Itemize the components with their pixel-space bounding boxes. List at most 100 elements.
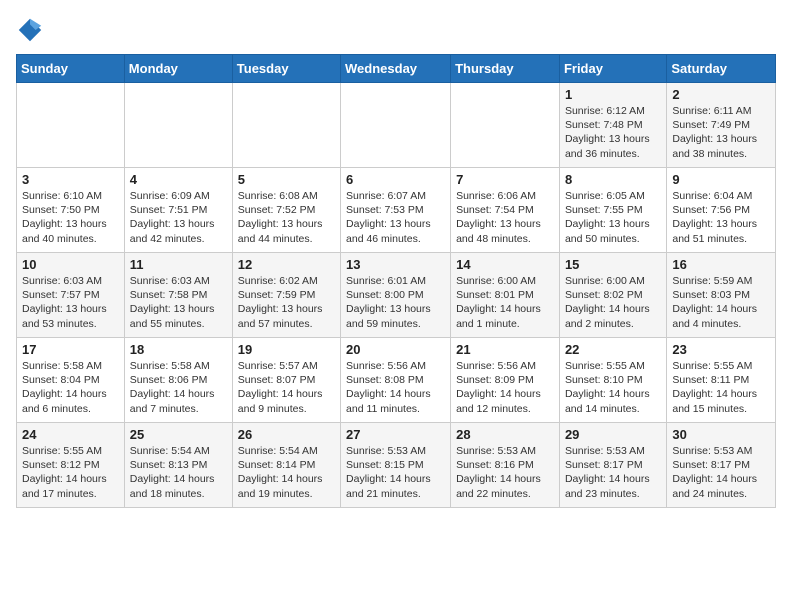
page-header: [16, 16, 776, 44]
day-info: Sunrise: 6:00 AM Sunset: 8:01 PM Dayligh…: [456, 274, 554, 331]
calendar-cell: 5 Sunrise: 6:08 AM Sunset: 7:52 PM Daylig…: [232, 168, 340, 253]
day-info: Sunrise: 6:03 AM Sunset: 7:57 PM Dayligh…: [22, 274, 119, 331]
day-info: Sunrise: 5:58 AM Sunset: 8:06 PM Dayligh…: [130, 359, 227, 416]
calendar-cell: 6 Sunrise: 6:07 AM Sunset: 7:53 PM Daylig…: [341, 168, 451, 253]
day-number: 7: [456, 172, 554, 187]
weekday-header-sunday: Sunday: [17, 55, 125, 83]
day-info: Sunrise: 6:10 AM Sunset: 7:50 PM Dayligh…: [22, 189, 119, 246]
calendar-cell: 12 Sunrise: 6:02 AM Sunset: 7:59 PM Dayli…: [232, 253, 340, 338]
calendar-week-row: 1 Sunrise: 6:12 AM Sunset: 7:48 PM Daylig…: [17, 83, 776, 168]
day-info: Sunrise: 5:54 AM Sunset: 8:13 PM Dayligh…: [130, 444, 227, 501]
calendar-cell: 27 Sunrise: 5:53 AM Sunset: 8:15 PM Dayli…: [341, 423, 451, 508]
day-info: Sunrise: 5:59 AM Sunset: 8:03 PM Dayligh…: [672, 274, 770, 331]
day-number: 23: [672, 342, 770, 357]
day-info: Sunrise: 5:54 AM Sunset: 8:14 PM Dayligh…: [238, 444, 335, 501]
day-number: 10: [22, 257, 119, 272]
calendar-cell: 18Sunrise: 5:58 AM Sunset: 8:06 PM Dayli…: [124, 338, 232, 423]
day-number: 6: [346, 172, 445, 187]
day-info: Sunrise: 6:05 AM Sunset: 7:55 PM Dayligh…: [565, 189, 661, 246]
day-number: 19: [238, 342, 335, 357]
day-info: Sunrise: 6:04 AM Sunset: 7:56 PM Dayligh…: [672, 189, 770, 246]
day-number: 17: [22, 342, 119, 357]
weekday-header-friday: Friday: [559, 55, 666, 83]
calendar-cell: 1 Sunrise: 6:12 AM Sunset: 7:48 PM Daylig…: [559, 83, 666, 168]
calendar-cell: 20 Sunrise: 5:56 AM Sunset: 8:08 PM Dayli…: [341, 338, 451, 423]
calendar-cell: 11 Sunrise: 6:03 AM Sunset: 7:58 PM Dayli…: [124, 253, 232, 338]
day-info: Sunrise: 6:00 AM Sunset: 8:02 PM Dayligh…: [565, 274, 661, 331]
calendar-week-row: 17 Sunrise: 5:58 AM Sunset: 8:04 PM Dayli…: [17, 338, 776, 423]
day-info: Sunrise: 5:53 AM Sunset: 8:17 PM Dayligh…: [565, 444, 661, 501]
calendar-cell: 13 Sunrise: 6:01 AM Sunset: 8:00 PM Dayli…: [341, 253, 451, 338]
day-number: 3: [22, 172, 119, 187]
day-info: Sunrise: 6:06 AM Sunset: 7:54 PM Dayligh…: [456, 189, 554, 246]
calendar-cell: 16 Sunrise: 5:59 AM Sunset: 8:03 PM Dayli…: [667, 253, 776, 338]
day-number: 30: [672, 427, 770, 442]
calendar-cell: 2 Sunrise: 6:11 AM Sunset: 7:49 PM Daylig…: [667, 83, 776, 168]
calendar-cell: 25 Sunrise: 5:54 AM Sunset: 8:13 PM Dayli…: [124, 423, 232, 508]
day-info: Sunrise: 6:09 AM Sunset: 7:51 PM Dayligh…: [130, 189, 227, 246]
calendar-cell: [341, 83, 451, 168]
calendar-cell: 14Sunrise: 6:00 AM Sunset: 8:01 PM Dayli…: [451, 253, 560, 338]
calendar-cell: 23 Sunrise: 5:55 AM Sunset: 8:11 PM Dayli…: [667, 338, 776, 423]
day-number: 13: [346, 257, 445, 272]
calendar-cell: [17, 83, 125, 168]
day-info: Sunrise: 5:53 AM Sunset: 8:15 PM Dayligh…: [346, 444, 445, 501]
day-number: 9: [672, 172, 770, 187]
day-info: Sunrise: 5:58 AM Sunset: 8:04 PM Dayligh…: [22, 359, 119, 416]
day-info: Sunrise: 6:11 AM Sunset: 7:49 PM Dayligh…: [672, 104, 770, 161]
day-info: Sunrise: 5:57 AM Sunset: 8:07 PM Dayligh…: [238, 359, 335, 416]
logo: [16, 16, 48, 44]
day-number: 20: [346, 342, 445, 357]
day-info: Sunrise: 5:53 AM Sunset: 8:17 PM Dayligh…: [672, 444, 770, 501]
calendar-cell: 3 Sunrise: 6:10 AM Sunset: 7:50 PM Daylig…: [17, 168, 125, 253]
day-info: Sunrise: 6:08 AM Sunset: 7:52 PM Dayligh…: [238, 189, 335, 246]
calendar-cell: 28 Sunrise: 5:53 AM Sunset: 8:16 PM Dayli…: [451, 423, 560, 508]
logo-icon: [16, 16, 44, 44]
day-info: Sunrise: 5:55 AM Sunset: 8:11 PM Dayligh…: [672, 359, 770, 416]
day-number: 15: [565, 257, 661, 272]
weekday-header-monday: Monday: [124, 55, 232, 83]
day-number: 8: [565, 172, 661, 187]
day-info: Sunrise: 6:07 AM Sunset: 7:53 PM Dayligh…: [346, 189, 445, 246]
calendar-cell: 19 Sunrise: 5:57 AM Sunset: 8:07 PM Dayli…: [232, 338, 340, 423]
day-info: Sunrise: 6:12 AM Sunset: 7:48 PM Dayligh…: [565, 104, 661, 161]
day-number: 21: [456, 342, 554, 357]
day-info: Sunrise: 6:03 AM Sunset: 7:58 PM Dayligh…: [130, 274, 227, 331]
day-number: 11: [130, 257, 227, 272]
day-number: 1: [565, 87, 661, 102]
calendar-cell: [124, 83, 232, 168]
day-info: Sunrise: 5:56 AM Sunset: 8:09 PM Dayligh…: [456, 359, 554, 416]
calendar-week-row: 24 Sunrise: 5:55 AM Sunset: 8:12 PM Dayli…: [17, 423, 776, 508]
day-info: Sunrise: 5:55 AM Sunset: 8:12 PM Dayligh…: [22, 444, 119, 501]
day-number: 24: [22, 427, 119, 442]
calendar-cell: 22 Sunrise: 5:55 AM Sunset: 8:10 PM Dayli…: [559, 338, 666, 423]
day-number: 4: [130, 172, 227, 187]
calendar-cell: 24 Sunrise: 5:55 AM Sunset: 8:12 PM Dayli…: [17, 423, 125, 508]
day-number: 25: [130, 427, 227, 442]
day-info: Sunrise: 5:55 AM Sunset: 8:10 PM Dayligh…: [565, 359, 661, 416]
day-number: 26: [238, 427, 335, 442]
day-number: 16: [672, 257, 770, 272]
day-number: 22: [565, 342, 661, 357]
day-number: 28: [456, 427, 554, 442]
weekday-header-wednesday: Wednesday: [341, 55, 451, 83]
day-info: Sunrise: 5:53 AM Sunset: 8:16 PM Dayligh…: [456, 444, 554, 501]
day-number: 12: [238, 257, 335, 272]
weekday-header-saturday: Saturday: [667, 55, 776, 83]
calendar-cell: 8 Sunrise: 6:05 AM Sunset: 7:55 PM Daylig…: [559, 168, 666, 253]
calendar-cell: 7 Sunrise: 6:06 AM Sunset: 7:54 PM Daylig…: [451, 168, 560, 253]
day-number: 29: [565, 427, 661, 442]
day-info: Sunrise: 5:56 AM Sunset: 8:08 PM Dayligh…: [346, 359, 445, 416]
calendar-cell: 21 Sunrise: 5:56 AM Sunset: 8:09 PM Dayli…: [451, 338, 560, 423]
calendar-cell: 4 Sunrise: 6:09 AM Sunset: 7:51 PM Daylig…: [124, 168, 232, 253]
weekday-header-tuesday: Tuesday: [232, 55, 340, 83]
day-info: Sunrise: 6:01 AM Sunset: 8:00 PM Dayligh…: [346, 274, 445, 331]
day-number: 2: [672, 87, 770, 102]
day-number: 27: [346, 427, 445, 442]
day-number: 5: [238, 172, 335, 187]
calendar-cell: [451, 83, 560, 168]
calendar-cell: 10 Sunrise: 6:03 AM Sunset: 7:57 PM Dayli…: [17, 253, 125, 338]
day-info: Sunrise: 6:02 AM Sunset: 7:59 PM Dayligh…: [238, 274, 335, 331]
calendar-table: SundayMondayTuesdayWednesdayThursdayFrid…: [16, 54, 776, 508]
calendar-cell: 29 Sunrise: 5:53 AM Sunset: 8:17 PM Dayli…: [559, 423, 666, 508]
